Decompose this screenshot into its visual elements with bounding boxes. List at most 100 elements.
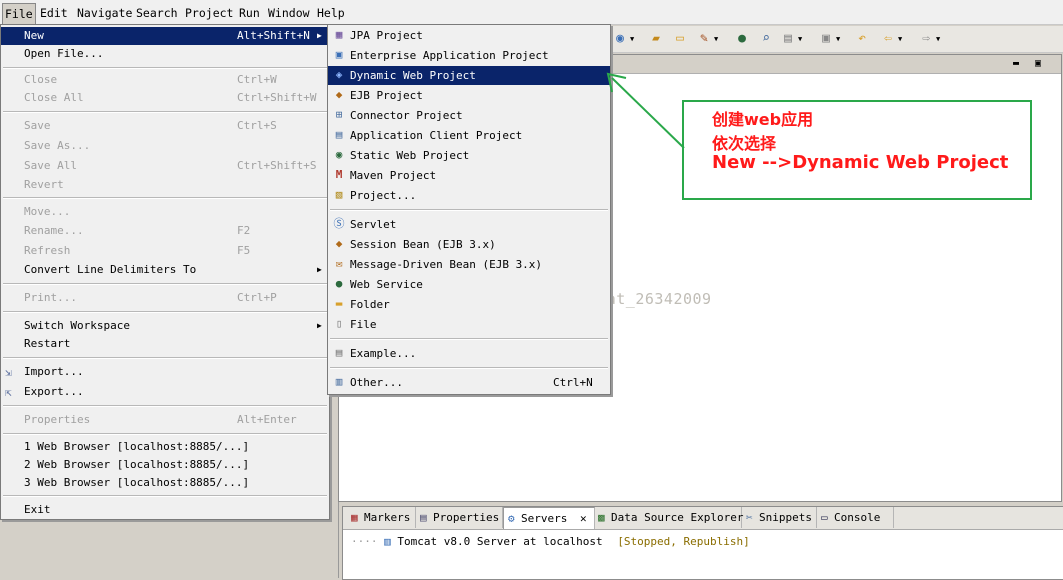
menu-navigate[interactable]: Navigate: [75, 6, 134, 20]
new-item-jpa-project[interactable]: ▦ JPA Project: [328, 26, 610, 45]
menu-item-move[interactable]: Move...: [1, 203, 329, 221]
markers-icon: ▦: [351, 511, 358, 524]
menu-item-switch-workspace[interactable]: Switch Workspace ▶: [1, 317, 329, 335]
menu-help[interactable]: Help: [315, 6, 347, 20]
wand-icon[interactable]: ✎: [696, 31, 712, 47]
tomcat-server-icon: ▥: [384, 535, 391, 548]
menu-item-recent-1[interactable]: 1 Web Browser [localhost:8885/...]: [1, 438, 329, 456]
menu-item-print[interactable]: Print... Ctrl+P: [1, 289, 329, 307]
new-item-enterprise-application-project[interactable]: ▣ Enterprise Application Project: [328, 46, 610, 65]
menu-project[interactable]: Project: [183, 6, 235, 20]
menu-item-revert[interactable]: Revert: [1, 176, 329, 194]
bottom-panel: ▦ Markers ▤ Properties ⚙ Servers ✕ ▩ Data So…: [342, 506, 1063, 580]
menu-item-close[interactable]: Close Ctrl+W: [1, 71, 329, 89]
tab-servers[interactable]: ⚙ Servers ✕: [503, 507, 595, 529]
new-item-example[interactable]: ▤ Example...: [328, 344, 610, 363]
minimize-icon[interactable]: ▬: [1013, 59, 1019, 69]
menu-item-export[interactable]: ⇱ Export...: [1, 383, 329, 401]
menu-item-close-all[interactable]: Close All Ctrl+Shift+W: [1, 89, 329, 107]
menu-item-label: Revert: [24, 178, 64, 191]
pin-icon[interactable]: ▣: [818, 31, 834, 47]
menu-item-label: New: [24, 29, 44, 42]
menu-item-label: Connector Project: [350, 109, 463, 122]
new-item-other[interactable]: ▥ Other... Ctrl+N: [328, 373, 610, 392]
menu-item-label: Close: [24, 73, 58, 86]
last-edit-icon[interactable]: ↶: [854, 31, 870, 47]
menu-item-label: Save: [24, 119, 51, 132]
dropdown-arrow-icon[interactable]: ▼: [714, 35, 718, 43]
dropdown-arrow-icon[interactable]: ▼: [936, 35, 940, 43]
dropdown-arrow-icon[interactable]: ▼: [798, 35, 802, 43]
new-item-servlet[interactable]: Ⓢ Servlet: [328, 215, 610, 234]
menu-item-exit[interactable]: Exit: [1, 501, 329, 519]
new-item-connector-project[interactable]: ⊞ Connector Project: [328, 106, 610, 125]
new-item-dynamic-web-project[interactable]: ◈ Dynamic Web Project: [328, 66, 610, 85]
menu-item-open-file[interactable]: Open File...: [1, 45, 329, 63]
menu-file[interactable]: File: [2, 3, 36, 26]
menu-window[interactable]: Window: [266, 6, 312, 20]
menu-item-label: Refresh: [24, 244, 71, 257]
menu-item-restart[interactable]: Restart: [1, 335, 329, 353]
server-icon[interactable]: ◉: [612, 31, 628, 47]
folder-icon[interactable]: ▭: [672, 31, 688, 47]
server-row[interactable]: ···· ▥ Tomcat v8.0 Server at localhost […: [351, 535, 750, 548]
menu-item-new[interactable]: New Alt+Shift+N ▶: [1, 27, 329, 45]
menu-item-save-as[interactable]: Save As...: [1, 137, 329, 155]
separator: [3, 67, 327, 69]
new-item-web-service[interactable]: ● Web Service: [328, 275, 610, 294]
maximize-icon[interactable]: ▣: [1035, 59, 1041, 69]
tab-label: Markers: [364, 511, 411, 524]
separator: [3, 433, 327, 435]
menu-item-save-all[interactable]: Save All Ctrl+Shift+S: [1, 157, 329, 175]
close-icon[interactable]: ✕: [580, 512, 587, 525]
menu-item-label: Static Web Project: [350, 149, 470, 162]
menu-item-label: Rename...: [24, 224, 84, 237]
menu-run[interactable]: Run: [237, 6, 262, 20]
new-item-ejb-project[interactable]: ◆ EJB Project: [328, 86, 610, 105]
new-item-static-web-project[interactable]: ◉ Static Web Project: [328, 146, 610, 165]
dropdown-arrow-icon[interactable]: ▼: [630, 35, 634, 43]
dropdown-arrow-icon[interactable]: ▼: [836, 35, 840, 43]
tab-markers[interactable]: ▦ Markers: [347, 507, 416, 528]
menu-item-refresh[interactable]: Refresh F5: [1, 242, 329, 260]
separator: [330, 367, 608, 369]
menu-search[interactable]: Search: [134, 6, 180, 20]
menu-item-accel: F5: [237, 244, 251, 257]
search-refs-icon[interactable]: ⌕: [758, 31, 774, 47]
new-item-maven-project[interactable]: M Maven Project: [328, 166, 610, 185]
menu-item-label: EJB Project: [350, 89, 423, 102]
menu-item-label: Project...: [350, 189, 417, 202]
forward-icon[interactable]: ⇨: [918, 31, 934, 47]
new-item-session-bean[interactable]: ◆ Session Bean (EJB 3.x): [328, 235, 610, 254]
tab-properties[interactable]: ▤ Properties: [416, 507, 503, 528]
menu-item-import[interactable]: ⇲ Import...: [1, 363, 329, 381]
menu-item-properties[interactable]: Properties Alt+Enter: [1, 411, 329, 429]
new-item-message-driven-bean[interactable]: ✉ Message-Driven Bean (EJB 3.x): [328, 255, 610, 274]
menu-item-convert-line-delimiters[interactable]: Convert Line Delimiters To ▶: [1, 261, 329, 279]
menu-item-recent-2[interactable]: 2 Web Browser [localhost:8885/...]: [1, 456, 329, 474]
menu-item-save[interactable]: Save Ctrl+S: [1, 117, 329, 135]
menu-item-rename[interactable]: Rename... F2: [1, 222, 329, 240]
edit-icon[interactable]: ▤: [780, 31, 796, 47]
tab-data-source-explorer[interactable]: ▩ Data Source Explorer: [594, 507, 743, 528]
web-project-icon: ◈: [335, 68, 343, 81]
open-folder-icon[interactable]: ▰: [648, 31, 664, 47]
tab-label: Snippets: [759, 511, 812, 524]
dropdown-arrow-icon[interactable]: ▼: [898, 35, 902, 43]
menu-item-recent-3[interactable]: 3 Web Browser [localhost:8885/...]: [1, 474, 329, 492]
ejb-project-icon: ◆: [335, 88, 343, 101]
new-item-folder[interactable]: ▬ Folder: [328, 295, 610, 314]
menu-item-label: Print...: [24, 291, 77, 304]
tab-snippets[interactable]: ✂ Snippets: [742, 507, 817, 528]
menu-item-accel: F2: [237, 224, 251, 237]
menu-item-accel: Alt+Shift+N: [237, 29, 310, 42]
back-icon[interactable]: ⇦: [880, 31, 896, 47]
menu-edit[interactable]: Edit: [38, 6, 70, 20]
new-item-application-client-project[interactable]: ▤ Application Client Project: [328, 126, 610, 145]
tab-console[interactable]: ▭ Console: [817, 507, 894, 528]
globe-icon[interactable]: ●: [734, 31, 750, 47]
new-item-file[interactable]: ▯ File: [328, 315, 610, 334]
menu-item-label: Enterprise Application Project: [350, 49, 549, 62]
separator: [3, 197, 327, 199]
new-item-project[interactable]: ▧ Project...: [328, 186, 610, 205]
